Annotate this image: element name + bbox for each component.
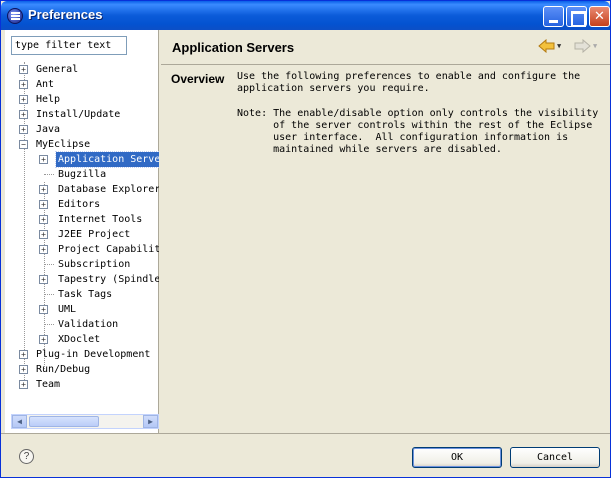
cancel-button[interactable]: Cancel: [510, 447, 600, 468]
forward-arrow-icon[interactable]: [573, 39, 591, 53]
tree-item-label: Internet Tools: [58, 214, 143, 225]
expand-icon[interactable]: +: [39, 155, 48, 164]
expand-icon[interactable]: +: [19, 110, 28, 119]
page-title: Application Servers: [172, 40, 295, 55]
ok-button[interactable]: OK: [412, 447, 502, 468]
forward-dropdown-icon[interactable]: ▼: [593, 39, 601, 53]
help-icon[interactable]: ?: [19, 449, 34, 464]
expand-icon[interactable]: +: [39, 275, 48, 284]
expand-icon[interactable]: +: [39, 215, 48, 224]
tree-item-label: Run/Debug: [36, 364, 91, 375]
expand-icon[interactable]: +: [19, 65, 28, 74]
tree-guide: [44, 174, 54, 175]
tree-item-label: Project Capabilit: [58, 244, 159, 255]
expand-icon[interactable]: +: [39, 305, 48, 314]
maximize-button[interactable]: [566, 6, 587, 27]
preference-page: Application Servers ▼ ▼ Overview Use the…: [161, 30, 610, 433]
eclipse-icon: [7, 8, 23, 24]
expand-icon[interactable]: +: [19, 125, 28, 134]
tree-guide: [44, 294, 54, 295]
tree-item-label: Database Explorer: [58, 184, 159, 195]
dialog-button-bar: ? OK Cancel: [1, 433, 610, 477]
collapse-icon[interactable]: −: [19, 140, 28, 149]
scroll-left-icon[interactable]: ◀: [12, 415, 27, 428]
tree-item-label: Help: [36, 94, 61, 105]
tree-item-label: Task Tags: [58, 289, 113, 300]
scroll-thumb[interactable]: [29, 416, 99, 427]
window-title: Preferences: [28, 7, 103, 22]
close-button[interactable]: ✕: [589, 6, 610, 27]
preference-tree: + General + Ant + Help + Install/Update …: [5, 62, 159, 412]
preferences-window: Preferences ✕ + General + Ant + Help: [0, 0, 611, 478]
tree-item-label: Java: [36, 124, 61, 135]
tree-item-label: Application Serve: [54, 151, 159, 168]
expand-icon[interactable]: +: [39, 185, 48, 194]
tree-guide: [44, 264, 54, 265]
tree-item-label: MyEclipse: [36, 139, 91, 150]
tree-item-label: Editors: [58, 199, 101, 210]
tree-item-label: Team: [36, 379, 61, 390]
minimize-button[interactable]: [543, 6, 564, 27]
overview-text: Use the following preferences to enable …: [237, 71, 581, 94]
back-dropdown-icon[interactable]: ▼: [557, 39, 565, 53]
expand-icon[interactable]: +: [19, 80, 28, 89]
close-icon: ✕: [594, 9, 605, 24]
tree-item-label: General: [36, 64, 79, 75]
expand-icon[interactable]: +: [39, 335, 48, 344]
tree-item-label: Bugzilla: [58, 169, 107, 180]
preference-tree-pane: + General + Ant + Help + Install/Update …: [5, 30, 159, 433]
title-bar[interactable]: Preferences ✕: [1, 1, 610, 30]
expand-icon[interactable]: +: [19, 350, 28, 359]
tree-item-label: Validation: [58, 319, 119, 330]
filter-input[interactable]: [11, 36, 127, 55]
horizontal-scrollbar[interactable]: ◀ ▶: [11, 414, 159, 429]
expand-icon[interactable]: +: [19, 95, 28, 104]
expand-icon[interactable]: +: [19, 380, 28, 389]
tree-item-label: Subscription: [58, 259, 131, 270]
expand-icon[interactable]: +: [39, 200, 48, 209]
tree-item-label: XDoclet: [58, 334, 101, 345]
tree-item-label: Ant: [36, 79, 55, 90]
expand-icon[interactable]: +: [39, 245, 48, 254]
tree-item-label: Plug-in Development: [36, 349, 151, 360]
expand-icon[interactable]: +: [39, 230, 48, 239]
tree-item-label: UML: [58, 304, 77, 315]
tree-item-label: J2EE Project: [58, 229, 131, 240]
page-header: Application Servers ▼ ▼: [161, 30, 610, 65]
tree-item-label: Install/Update: [36, 109, 121, 120]
expand-icon[interactable]: +: [19, 365, 28, 374]
overview-label: Overview: [171, 72, 225, 86]
tree-guide: [44, 324, 54, 325]
note-text: Note: The enable/disable option only con…: [237, 108, 599, 155]
back-arrow-icon[interactable]: [538, 39, 556, 53]
tree-item-label: Tapestry (Spindle: [58, 274, 159, 285]
scroll-right-icon[interactable]: ▶: [143, 415, 158, 428]
